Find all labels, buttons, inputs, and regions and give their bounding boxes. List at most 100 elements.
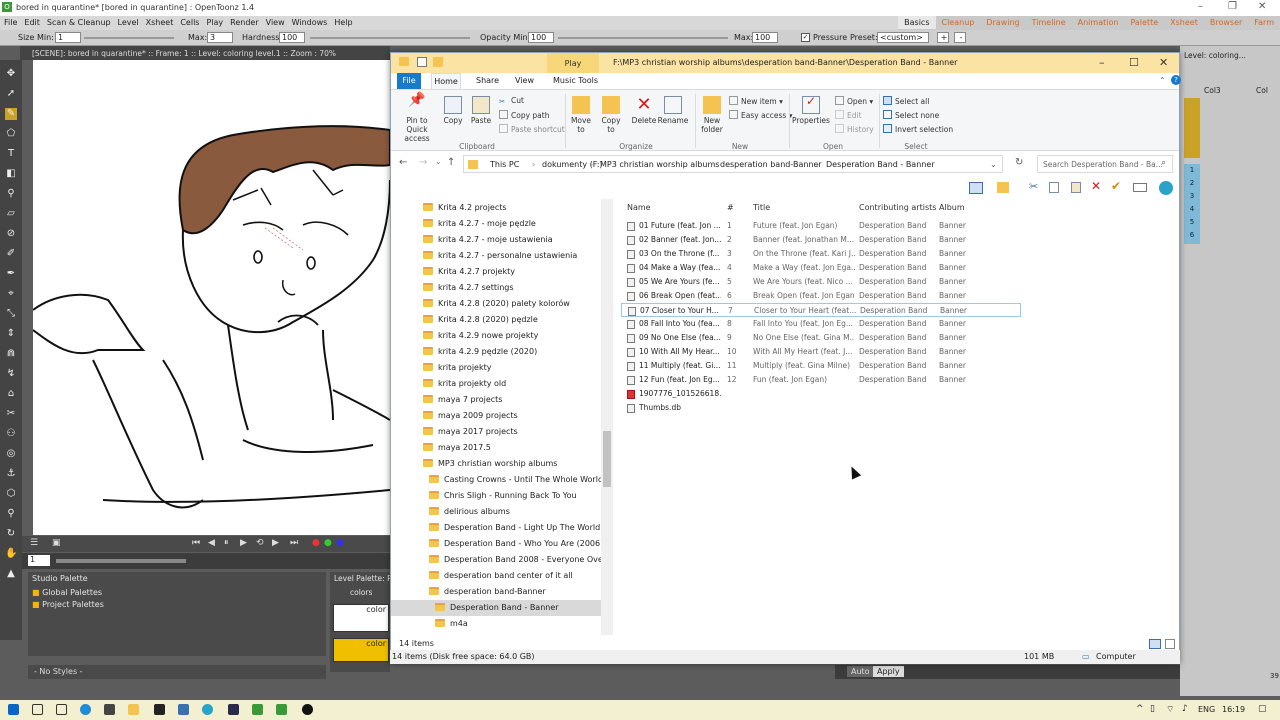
blue-channel-icon[interactable]: ●: [336, 538, 344, 548]
app-icon[interactable]: [178, 704, 189, 715]
next-frame-icon[interactable]: ▶: [272, 538, 279, 548]
volume-icon[interactable]: ♪: [1182, 704, 1188, 714]
edit-button[interactable]: Edit: [835, 110, 862, 120]
iron-tool-icon[interactable]: ⌂: [5, 388, 17, 400]
room-tab-drawing[interactable]: Drawing: [980, 16, 1025, 29]
nav-folder-item[interactable]: desperation band-Banner: [391, 584, 601, 600]
paste-toolbar-icon[interactable]: [1071, 182, 1081, 193]
colors-tab[interactable]: colors: [350, 588, 372, 597]
room-tab-browser[interactable]: Browser: [1204, 16, 1248, 29]
scroll-thumb[interactable]: [603, 431, 611, 487]
clock[interactable]: 16:19: [1222, 705, 1245, 714]
nav-folder-item[interactable]: Casting Crowns - Until The Whole World H…: [391, 472, 601, 488]
minimize-icon[interactable]: –: [1099, 56, 1105, 69]
opacity-max-field[interactable]: 100: [752, 32, 778, 43]
forward-icon[interactable]: →: [419, 157, 427, 168]
rgb-picker-icon[interactable]: ✒: [5, 268, 17, 280]
color-chip-2[interactable]: color: [333, 638, 389, 662]
nav-folder-item[interactable]: Chris Sligh - Running Back To You: [391, 488, 601, 504]
auto-button[interactable]: Auto: [847, 666, 874, 677]
hook-tool-icon[interactable]: ⚓: [5, 468, 17, 480]
type-tool-icon[interactable]: T: [5, 148, 17, 160]
frame-number[interactable]: 5: [1184, 218, 1200, 226]
tab-view[interactable]: View: [515, 76, 534, 85]
paste-shortcut-button[interactable]: Paste shortcut: [499, 124, 565, 134]
navigation-scrollbar[interactable]: [601, 199, 613, 635]
nav-folder-item[interactable]: krita 4.2.9 pędzle (2020): [391, 344, 601, 360]
nav-folder-item[interactable]: Krita 4.2.8 (2020) pędzle: [391, 312, 601, 328]
breadcrumb-albums[interactable]: MP3 christian worship albums: [600, 160, 719, 169]
breadcrumb-drive[interactable]: dokumenty (F:): [542, 160, 603, 169]
nav-folder-item[interactable]: krita 4.2.9 nowe projekty: [391, 328, 601, 344]
easy-access-button[interactable]: Easy access ▾: [729, 110, 793, 120]
breadcrumb-current[interactable]: Desperation Band - Banner: [826, 160, 935, 169]
prev-frame-icon[interactable]: ◀: [208, 538, 215, 548]
bender-tool-icon[interactable]: ↯: [5, 368, 17, 380]
tab-share[interactable]: Share: [476, 76, 499, 85]
rotate-tool-icon[interactable]: ↻: [5, 528, 17, 540]
file-row[interactable]: 05 We Are Yours (fe... 5 We Are Yours (fea…: [621, 275, 1021, 289]
menu-level[interactable]: Level: [118, 18, 139, 27]
details-view-icon[interactable]: [1149, 639, 1161, 649]
tray-chevron-icon[interactable]: ^: [1136, 704, 1144, 714]
geometric-tool-icon[interactable]: ⬠: [5, 128, 17, 140]
control-point-editor-icon[interactable]: ⌖: [5, 288, 17, 300]
nav-folder-item[interactable]: MP3 christian worship albums: [391, 456, 601, 472]
apply-button[interactable]: Apply: [873, 666, 904, 677]
nav-folder-item[interactable]: desperation band center of it all: [391, 568, 601, 584]
network-icon[interactable]: ⌔: [1166, 704, 1174, 715]
column-album[interactable]: Album: [939, 203, 965, 212]
add-preset-button[interactable]: +: [937, 32, 949, 43]
cut-button[interactable]: ✂ Cut: [499, 96, 524, 106]
expand-toolbar-icon[interactable]: ▲: [5, 568, 17, 580]
up-icon[interactable]: ↑: [447, 157, 455, 168]
nav-folder-item[interactable]: krita 4.2.7 - moje pędzle: [391, 216, 601, 232]
size-max-field[interactable]: 3: [207, 32, 233, 43]
recent-locations-icon[interactable]: ⌄: [435, 157, 442, 166]
help-icon[interactable]: ?: [1171, 75, 1181, 85]
red-channel-icon[interactable]: ●: [312, 538, 320, 548]
frame-number[interactable]: 6: [1184, 231, 1200, 239]
globe-icon[interactable]: [1159, 181, 1173, 195]
brush-tool-icon[interactable]: ✎: [5, 108, 17, 120]
pin-quick-access-button[interactable]: 📌 Pin to Quick access: [395, 93, 439, 143]
style-picker-icon[interactable]: ✐: [5, 248, 17, 260]
breadcrumb-desperation-band-banner[interactable]: desperation band-Banner: [720, 160, 822, 169]
open-button[interactable]: Open ▾: [835, 96, 873, 106]
menu-render[interactable]: Render: [230, 18, 258, 27]
plastic-tool-icon[interactable]: ⬡: [5, 488, 17, 500]
notifications-icon[interactable]: ▢: [1258, 704, 1267, 714]
new-folder-button[interactable]: New folder: [697, 96, 727, 134]
task-view-icon[interactable]: [56, 704, 67, 715]
hand-tool-icon[interactable]: ✋: [5, 548, 17, 560]
play-context-tab[interactable]: Play: [547, 53, 599, 73]
room-tab-basics[interactable]: Basics: [898, 16, 936, 29]
delete-toolbar-icon[interactable]: ✕: [1091, 179, 1101, 193]
history-button[interactable]: History: [835, 124, 874, 134]
size-min-field[interactable]: 1: [55, 32, 81, 43]
frame-number[interactable]: 4: [1184, 205, 1200, 213]
hardness-slider[interactable]: [310, 37, 470, 39]
paint-brush-tool-icon[interactable]: ⚲: [5, 188, 17, 200]
chevron-right-icon[interactable]: ›: [710, 160, 713, 169]
file-explorer-icon[interactable]: [128, 704, 139, 715]
move-to-button[interactable]: Move to: [567, 96, 595, 134]
battery-icon[interactable]: ▯: [1150, 704, 1155, 714]
file-row[interactable]: 03 On the Throne (f... 3 On the Throne (fe…: [621, 247, 1021, 261]
file-row[interactable]: 02 Banner (feat. Jon... 2 Banner (feat. Jo…: [621, 233, 1021, 247]
menu-windows[interactable]: Windows: [292, 18, 328, 27]
obs-icon[interactable]: [302, 704, 313, 715]
pump-tool-icon[interactable]: ⇕: [5, 328, 17, 340]
column-3-header[interactable]: Col3: [1204, 86, 1221, 95]
frame-number[interactable]: 1: [1184, 166, 1200, 174]
nav-folder-item[interactable]: maya 2017.5: [391, 440, 601, 456]
color-chip-1[interactable]: color: [333, 604, 389, 632]
copy-to-button[interactable]: Copy to: [597, 96, 625, 134]
new-folder-quick-icon[interactable]: [433, 57, 443, 67]
green-channel-icon[interactable]: ●: [324, 538, 332, 548]
play-icon[interactable]: ▶: [240, 538, 247, 548]
copy-path-button[interactable]: Copy path: [499, 110, 549, 120]
file-row[interactable]: 12 Fun (feat. Jon Eg... 12 Fun (feat. Jon …: [621, 373, 1021, 387]
menu-xsheet[interactable]: Xsheet: [146, 18, 174, 27]
nav-folder-item[interactable]: maya 2017 projects: [391, 424, 601, 440]
